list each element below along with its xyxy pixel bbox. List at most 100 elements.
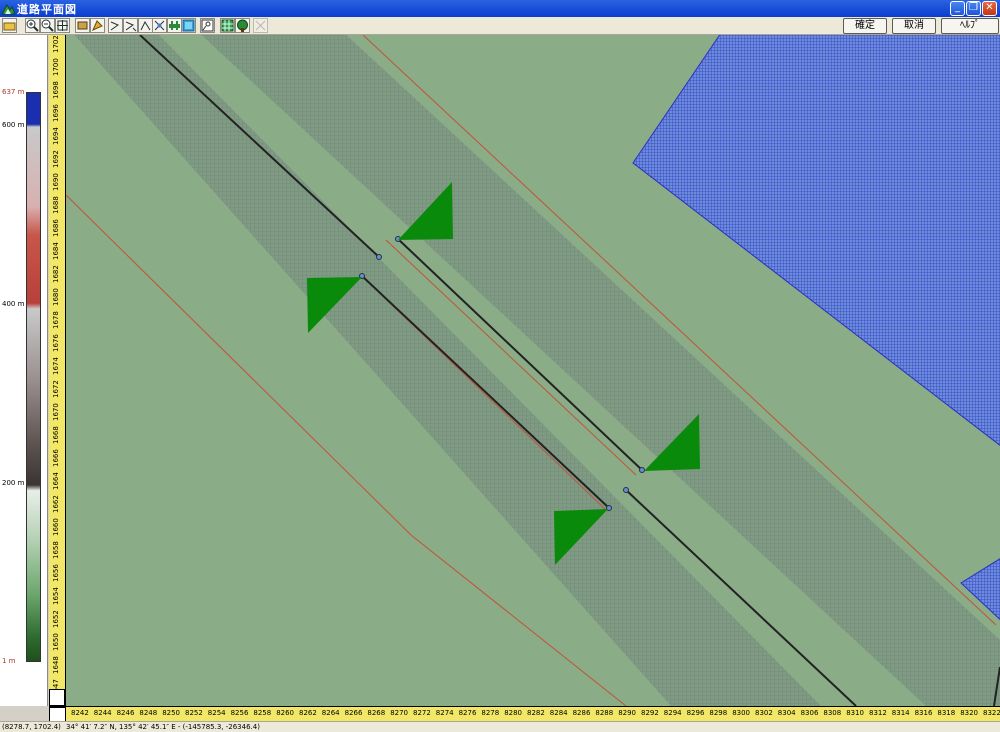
ruler-tick-label: 8250 bbox=[162, 709, 181, 717]
ruler-tick-label: 8252 bbox=[185, 709, 203, 717]
ruler-tick-label: 8308 bbox=[823, 709, 842, 717]
ruler-tick-label: 1696 bbox=[52, 104, 60, 122]
legend-label: 200 m bbox=[2, 479, 25, 487]
ruler-corner-box bbox=[49, 707, 66, 721]
node-icon[interactable] bbox=[152, 18, 167, 33]
ruler-tick: 1656 bbox=[49, 564, 65, 585]
ruler-tick-label: 8300 bbox=[732, 709, 751, 717]
ruler-tick-label: 1662 bbox=[52, 495, 60, 513]
title-bar: 道路平面図 _ ❐ ✕ bbox=[0, 0, 1000, 17]
ruler-tick-label: 8290 bbox=[618, 709, 637, 717]
ruler-tick-label: 1654 bbox=[52, 587, 60, 605]
ruler-tick: 1670 bbox=[49, 403, 65, 424]
grid-icon[interactable] bbox=[220, 18, 235, 33]
zoom-in-icon[interactable] bbox=[25, 18, 40, 33]
ruler-tick: 1648 bbox=[49, 656, 65, 677]
ruler-tick-label: 8286 bbox=[572, 709, 591, 717]
legend-min-label: 1 m bbox=[2, 657, 16, 665]
ruler-tick-label: 8264 bbox=[321, 709, 340, 717]
ruler-tick: 1662 bbox=[49, 495, 65, 516]
ruler-tick-label: 1694 bbox=[52, 127, 60, 145]
ruler-tick: 1692 bbox=[49, 150, 65, 171]
ruler-tick-label: 8292 bbox=[641, 709, 659, 717]
minimize-button[interactable]: _ bbox=[950, 1, 965, 16]
ruler-tick-label: 8298 bbox=[709, 709, 728, 717]
ruler-tick: 1664 bbox=[49, 472, 65, 493]
ruler-tick-label: 8276 bbox=[458, 709, 477, 717]
ruler-tick-label: 8320 bbox=[960, 709, 979, 717]
terrain-icon[interactable] bbox=[181, 18, 196, 33]
ruler-tick-label: 8256 bbox=[230, 709, 249, 717]
ruler-tick: 1702 bbox=[49, 35, 65, 56]
ruler-tick-label: 8312 bbox=[869, 709, 887, 717]
ruler-tick-label: 8248 bbox=[139, 709, 158, 717]
ruler-tick-label: 8262 bbox=[299, 709, 317, 717]
select-icon[interactable] bbox=[108, 18, 123, 33]
ruler-tick-label: 1690 bbox=[52, 173, 60, 191]
ruler-tick-label: 1660 bbox=[52, 518, 60, 536]
ruler-tick-label: 8306 bbox=[800, 709, 819, 717]
ruler-tick: 1680 bbox=[49, 288, 65, 309]
ruler-tick: 1694 bbox=[49, 127, 65, 148]
ruler-tick-label: 1698 bbox=[52, 81, 60, 99]
ruler-tick-label: 1700 bbox=[52, 58, 60, 76]
cancel-button[interactable]: 取消 bbox=[892, 18, 936, 34]
fit-icon[interactable] bbox=[55, 18, 70, 33]
ruler-tick-label: 1702 bbox=[52, 35, 60, 53]
ruler-tick: 1690 bbox=[49, 173, 65, 194]
ruler-tick-label: 1684 bbox=[52, 242, 60, 260]
ruler-tick-label: 8296 bbox=[686, 709, 705, 717]
confirm-button[interactable]: 確定 bbox=[843, 18, 887, 34]
ruler-tick: 1666 bbox=[49, 449, 65, 470]
move-point-icon[interactable] bbox=[138, 18, 153, 33]
ruler-tick: 1688 bbox=[49, 196, 65, 217]
restore-button[interactable]: ❐ bbox=[966, 1, 981, 16]
ruler-tick: 1672 bbox=[49, 380, 65, 401]
ruler-tick: 1700 bbox=[49, 58, 65, 79]
horizontal-ruler: 8242 8244 8246 8248 8250 8252 8254 8256 8258 8260… bbox=[49, 706, 1000, 721]
ruler-tick-label: 1652 bbox=[52, 610, 60, 628]
ruler-tick: 1658 bbox=[49, 541, 65, 562]
layers-icon[interactable] bbox=[235, 18, 250, 33]
ruler-tick-label: 1686 bbox=[52, 219, 60, 237]
ruler-corner-box bbox=[49, 689, 65, 706]
close-button[interactable]: ✕ bbox=[982, 1, 997, 16]
cursor-latlon: 34° 41′ 7.2″ N, 135° 42′ 45.1″ E - (-145… bbox=[66, 723, 260, 731]
elevation-color-bar bbox=[26, 92, 41, 662]
legend-max-label: 637 m bbox=[2, 88, 25, 96]
status-bar: (8278.7, 1702.4) 34° 41′ 7.2″ N, 135° 42… bbox=[0, 721, 1000, 732]
info-icon[interactable] bbox=[200, 18, 215, 33]
paint-icon[interactable] bbox=[90, 18, 105, 33]
ruler-tick: 1654 bbox=[49, 587, 65, 608]
cursor-coordinates: (8278.7, 1702.4) bbox=[2, 723, 61, 731]
map-canvas[interactable] bbox=[66, 35, 1000, 706]
ruler-tick-label: 8302 bbox=[755, 709, 773, 717]
road-node[interactable] bbox=[639, 467, 645, 473]
add-point-icon[interactable] bbox=[123, 18, 138, 33]
ruler-tick-label: 8274 bbox=[435, 709, 454, 717]
help-button[interactable]: ﾍﾙﾌﾟ bbox=[941, 18, 999, 34]
ruler-tick-label: 1680 bbox=[52, 288, 60, 306]
ruler-tick-label: 8294 bbox=[663, 709, 682, 717]
ruler-tick-label: 8282 bbox=[527, 709, 545, 717]
ruler-tick-label: 1670 bbox=[52, 403, 60, 421]
ruler-tick-label: 8304 bbox=[777, 709, 796, 717]
ruler-tick: 1678 bbox=[49, 311, 65, 332]
window-title: 道路平面図 bbox=[17, 3, 77, 16]
pan-icon[interactable] bbox=[75, 18, 90, 33]
toolbar: 確定 取消 ﾍﾙﾌﾟ bbox=[0, 17, 1000, 35]
ruler-tick: 1660 bbox=[49, 518, 65, 539]
map-drawing bbox=[66, 35, 1000, 706]
open-icon[interactable] bbox=[2, 18, 17, 33]
bridge-icon[interactable] bbox=[167, 18, 182, 33]
zoom-out-icon[interactable] bbox=[40, 18, 55, 33]
ruler-tick-label: 8244 bbox=[93, 709, 112, 717]
app-icon bbox=[2, 4, 15, 15]
ruler-tick-label: 1650 bbox=[52, 633, 60, 651]
road-node[interactable] bbox=[376, 254, 382, 260]
ruler-tick-label: 1664 bbox=[52, 472, 60, 490]
ruler-tick-label: 1678 bbox=[52, 311, 60, 329]
ruler-tick-label: 8266 bbox=[344, 709, 363, 717]
vertical-ruler: 1702 1700 1698 1696 1694 1692 1690 1688 1686 1684… bbox=[49, 35, 66, 706]
road-node[interactable] bbox=[623, 487, 629, 493]
